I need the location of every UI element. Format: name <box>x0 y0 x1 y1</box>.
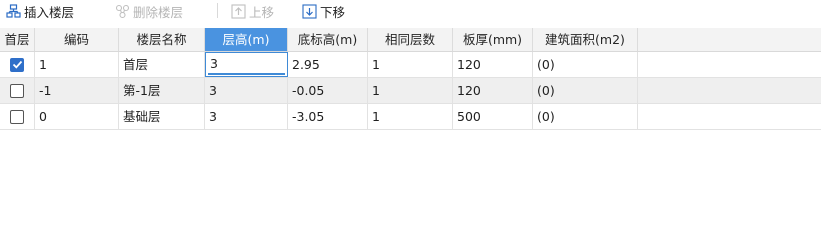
col-header-floor-name[interactable]: 楼层名称 <box>119 28 205 51</box>
first-floor-checkbox[interactable] <box>10 57 24 72</box>
row-filler <box>638 52 821 78</box>
col-header-first-floor[interactable]: 首层 <box>0 28 35 51</box>
building-area-cell[interactable]: (0) <box>533 52 638 77</box>
code-cell[interactable]: -1 <box>35 78 119 103</box>
col-header-same-count[interactable]: 相同层数 <box>368 28 453 51</box>
slab-thickness-cell[interactable]: 120 <box>453 78 533 103</box>
floor-height-cell[interactable]: 3 <box>205 78 288 103</box>
delete-floor-button[interactable]: 删除楼层 <box>115 0 183 22</box>
building-area-cell[interactable]: (0) <box>533 104 638 129</box>
base-elevation-cell[interactable]: -3.05 <box>288 104 368 129</box>
floor-height-cell-selected[interactable]: 3 <box>205 52 288 77</box>
first-floor-cell[interactable] <box>0 52 35 77</box>
building-area-cell[interactable]: (0) <box>533 78 638 103</box>
first-floor-cell[interactable] <box>0 78 35 103</box>
col-header-code[interactable]: 编码 <box>35 28 119 51</box>
table-row[interactable]: -1 第-1层 3 -0.05 1 120 (0) <box>0 78 638 104</box>
delete-floor-icon <box>115 4 130 19</box>
floor-name-cell[interactable]: 首层 <box>119 52 205 77</box>
floor-name-cell[interactable]: 基础层 <box>119 104 205 129</box>
row-filler <box>638 104 821 130</box>
floor-name-cell[interactable]: 第-1层 <box>119 78 205 103</box>
code-cell[interactable]: 0 <box>35 104 119 129</box>
col-header-slab-thickness[interactable]: 板厚(mm) <box>453 28 533 51</box>
row-filler <box>638 78 821 104</box>
toolbar-divider <box>217 3 218 18</box>
arrow-up-icon <box>231 3 246 19</box>
code-cell[interactable]: 1 <box>35 52 119 77</box>
table-row[interactable]: 1 首层 3 2.95 1 120 (0) <box>0 52 638 78</box>
col-header-floor-height[interactable]: 层高(m) <box>205 28 288 51</box>
slab-thickness-cell[interactable]: 500 <box>453 104 533 129</box>
move-down-label: 下移 <box>320 4 346 20</box>
cell-edit-underline <box>208 73 285 75</box>
col-header-base-elevation[interactable]: 底标高(m) <box>288 28 368 51</box>
col-header-building-area[interactable]: 建筑面积(m2) <box>533 28 638 51</box>
move-up-button[interactable]: 上移 <box>231 0 274 22</box>
insert-floor-label: 插入楼层 <box>24 4 75 20</box>
move-down-button[interactable]: 下移 <box>302 0 345 22</box>
floor-toolbar: 插入楼层 删除楼层 上移 下移 <box>0 0 821 28</box>
first-floor-checkbox[interactable] <box>10 83 24 98</box>
table-row[interactable]: 0 基础层 3 -3.05 1 500 (0) <box>0 104 638 130</box>
slab-thickness-cell[interactable]: 120 <box>453 52 533 77</box>
floor-height-cell[interactable]: 3 <box>205 104 288 129</box>
insert-floor-icon <box>6 3 21 19</box>
first-floor-checkbox[interactable] <box>10 109 24 124</box>
floor-height-value: 3 <box>210 56 218 71</box>
delete-floor-label: 删除楼层 <box>133 4 184 20</box>
arrow-down-icon <box>302 3 317 19</box>
insert-floor-button[interactable]: 插入楼层 <box>6 0 74 22</box>
first-floor-cell[interactable] <box>0 104 35 129</box>
same-count-cell[interactable]: 1 <box>368 104 453 129</box>
base-elevation-cell[interactable]: 2.95 <box>288 52 368 77</box>
base-elevation-cell[interactable]: -0.05 <box>288 78 368 103</box>
table-header: 首层 编码 楼层名称 层高(m) 底标高(m) 相同层数 板厚(mm) 建筑面积… <box>0 28 821 52</box>
move-up-label: 上移 <box>249 4 275 20</box>
same-count-cell[interactable]: 1 <box>368 52 453 77</box>
same-count-cell[interactable]: 1 <box>368 78 453 103</box>
